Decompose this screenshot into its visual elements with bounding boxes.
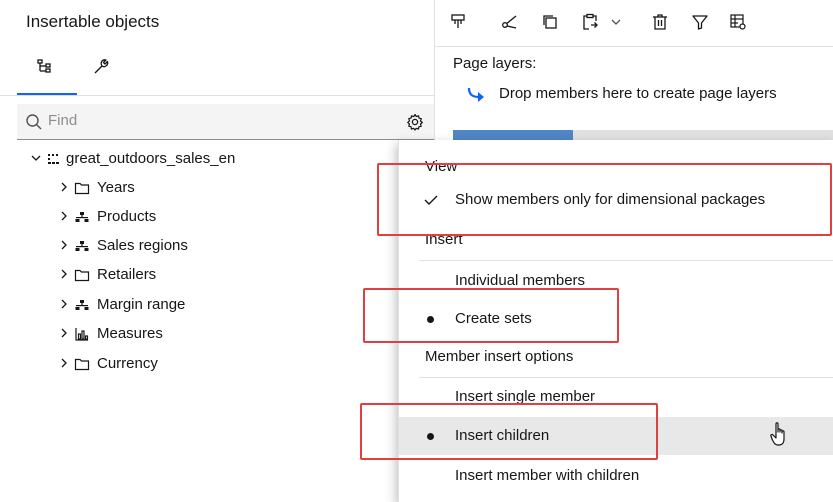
highlight-box-create-sets [363,288,619,343]
paste-icon[interactable] [580,12,604,36]
copy-icon[interactable] [540,12,564,36]
hierarchy-icon [74,297,90,313]
folder-icon [74,180,90,196]
gear-icon [406,113,424,131]
hierarchy-icon [74,209,90,225]
chevron-right-icon[interactable] [58,239,70,251]
chevron-right-icon[interactable] [58,357,70,369]
panel-title: Insertable objects [26,12,160,31]
cut-icon[interactable] [500,12,524,36]
tree-item-label: Measures [97,325,163,342]
settings-button[interactable] [398,106,432,138]
page-layers-label: Page layers: [453,55,537,72]
source-tree-icon[interactable] [35,56,59,80]
highlight-box-view-option [377,163,832,236]
tree-item-margin-range[interactable]: Margin range [0,293,400,317]
search-input[interactable] [17,104,434,140]
chevron-right-icon[interactable] [58,181,70,193]
tab-divider [0,95,434,96]
menu-item-label: Insert member with children [455,467,640,484]
toolbar-divider [434,46,833,47]
tree-item-label: Retailers [97,266,157,283]
active-tab-indicator [17,93,77,95]
chevron-down-icon[interactable] [606,12,630,36]
pin-icon[interactable] [448,12,472,36]
tree-item-label: Currency [97,355,158,372]
tree-root-row[interactable]: great_outdoors_sales_en [0,147,400,171]
wrench-icon[interactable] [90,56,114,80]
chevron-right-icon[interactable] [58,268,70,280]
chevron-right-icon[interactable] [58,327,70,339]
measures-icon [74,326,90,342]
tree-item-label: Products [97,208,157,225]
tree-item-sales-regions[interactable]: Sales regions [0,234,400,258]
toolbar [434,0,833,46]
tree-root-label: great_outdoors_sales_en [66,150,236,167]
tree-item-retailers[interactable]: Retailers [0,263,400,287]
tree-item-measures[interactable]: Measures [0,322,400,346]
folder-icon [74,356,90,372]
page-layers-drop-zone[interactable]: Drop members here to create page layers [499,85,777,102]
search-icon [25,113,43,131]
tree-item-currency[interactable]: Currency [0,352,400,376]
tree-item-label: Margin range [97,296,186,313]
menu-item-label: Individual members [455,272,586,289]
menu-separator [419,260,833,261]
menu-section-member-insert-options: Member insert options [425,348,574,365]
delete-icon[interactable] [650,12,674,36]
menu-item-insert-member-with-children[interactable]: Insert member with children [399,457,833,495]
menu-separator [419,377,833,378]
hierarchy-icon [74,238,90,254]
search-placeholder: Find [48,112,78,129]
folder-icon [74,267,90,283]
chevron-right-icon[interactable] [58,298,70,310]
tree-item-years[interactable]: Years [0,176,400,200]
tree-item-products[interactable]: Products [0,205,400,229]
filter-icon[interactable] [690,12,714,36]
drop-arrow-icon [466,86,486,104]
hand-cursor-icon [769,420,793,448]
tree-item-label: Sales regions [97,237,188,254]
package-icon [46,151,62,167]
tree-item-label: Years [97,179,135,196]
chevron-right-icon[interactable] [58,210,70,222]
chevron-down-icon[interactable] [30,152,42,164]
table-settings-icon[interactable] [728,12,752,36]
highlight-box-insert-children [360,403,658,460]
